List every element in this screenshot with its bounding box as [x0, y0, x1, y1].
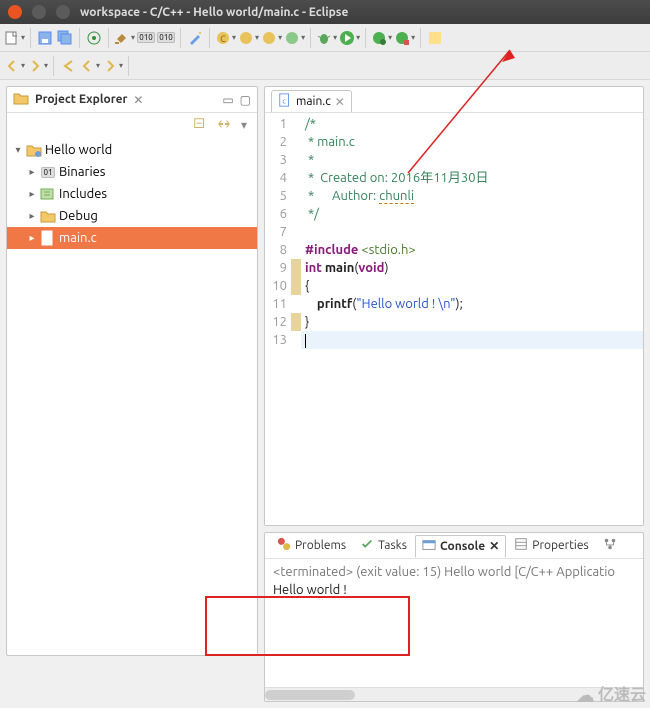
back-history-button[interactable]: [79, 57, 100, 75]
project-explorer-title: Project Explorer: [35, 93, 127, 106]
view-menu-icon[interactable]: ▾: [241, 118, 247, 132]
call-hierarchy-icon: [603, 537, 617, 554]
editor-view: c main.c ✕ 12345678910111213 /* * main.c…: [264, 86, 644, 526]
back-button[interactable]: [59, 57, 77, 75]
wand-button[interactable]: [186, 29, 204, 47]
project-tree[interactable]: ▾ Hello world ▸ 01 Binaries ▸ Includes ▸…: [7, 137, 257, 655]
run-button[interactable]: [339, 29, 360, 47]
nav-prev-button[interactable]: [4, 57, 25, 75]
link-editor-icon[interactable]: [217, 117, 231, 134]
tree-label: Binaries: [59, 165, 105, 179]
binaries-icon: 01: [40, 164, 56, 180]
tree-root[interactable]: ▾ Hello world: [7, 139, 257, 161]
includes-icon: [40, 186, 56, 202]
tab-label: Properties: [532, 539, 588, 552]
tab-more[interactable]: [597, 535, 623, 556]
twisty-collapsed-icon[interactable]: ▸: [27, 166, 37, 178]
collapse-all-icon[interactable]: [193, 117, 207, 134]
new-c-source-button[interactable]: [238, 29, 259, 47]
nav-next-button[interactable]: [27, 57, 48, 75]
bottom-view: Problems Tasks Console ✕ Properties: [264, 532, 644, 702]
console-icon: [422, 538, 436, 555]
view-close-button[interactable]: ✕: [133, 93, 143, 107]
code-editor[interactable]: 12345678910111213 /* * main.c * * Create…: [265, 113, 643, 525]
bottom-tabstrip: Problems Tasks Console ✕ Properties: [265, 533, 643, 559]
properties-icon: [514, 537, 528, 554]
window-minimize-button[interactable]: [32, 5, 46, 19]
svg-text:C: C: [220, 34, 226, 44]
save-all-button[interactable]: [56, 29, 74, 47]
window-titlebar: workspace - C/C++ - Hello world/main.c -…: [0, 0, 650, 24]
build-sel-button[interactable]: 010: [157, 29, 175, 47]
code-area[interactable]: /* * main.c * * Created on: 2016年11月30日 …: [301, 113, 643, 525]
window-title: workspace - C/C++ - Hello world/main.c -…: [80, 6, 348, 19]
tree-item-debug[interactable]: ▸ Debug: [7, 205, 257, 227]
build-target-button[interactable]: [85, 29, 103, 47]
external-tools-button[interactable]: [394, 29, 415, 47]
tab-properties[interactable]: Properties: [508, 535, 594, 556]
project-explorer-view: Project Explorer ✕ ▭ ▢ ▾ ▾ Hello world ▸…: [6, 86, 258, 656]
console-output: Hello world !: [273, 583, 635, 597]
twisty-expanded-icon[interactable]: ▾: [13, 144, 23, 156]
twisty-collapsed-icon[interactable]: ▸: [27, 210, 37, 222]
maximize-view-icon[interactable]: ▢: [240, 93, 251, 107]
tree-item-includes[interactable]: ▸ Includes: [7, 183, 257, 205]
window-maximize-button[interactable]: [56, 5, 70, 19]
tab-problems[interactable]: Problems: [271, 535, 352, 556]
debug-button[interactable]: [316, 29, 337, 47]
tab-console[interactable]: Console ✕: [415, 535, 506, 558]
editor-tab-close[interactable]: ✕: [335, 95, 345, 109]
editor-tabstrip: c main.c ✕: [265, 87, 643, 113]
main-toolbar: 010 010 C: [0, 24, 650, 52]
tree-label: Includes: [59, 187, 107, 201]
open-type-button[interactable]: [426, 29, 444, 47]
svg-text:c: c: [282, 98, 286, 106]
console-body[interactable]: <terminated> (exit value: 15) Hello worl…: [265, 559, 643, 687]
tasks-icon: [360, 537, 374, 554]
build-button[interactable]: [114, 29, 135, 47]
line-gutter: 12345678910111213: [265, 113, 291, 525]
minimize-view-icon[interactable]: ▭: [222, 93, 233, 107]
tab-tasks[interactable]: Tasks: [354, 535, 413, 556]
tab-close[interactable]: ✕: [489, 539, 499, 553]
marker-bar: [291, 113, 301, 525]
tree-label: main.c: [59, 231, 97, 245]
tree-item-main-c[interactable]: ▸ c main.c: [7, 227, 257, 249]
build-all-button[interactable]: 010: [137, 29, 155, 47]
new-button[interactable]: [4, 29, 25, 47]
tab-label: Problems: [295, 539, 346, 552]
svg-text:c: c: [45, 234, 49, 244]
editor-tab-label: main.c: [296, 95, 331, 108]
folder-icon: [40, 208, 56, 224]
tree-label: Hello world: [45, 143, 112, 157]
tree-item-binaries[interactable]: ▸ 01 Binaries: [7, 161, 257, 183]
twisty-collapsed-icon[interactable]: ▸: [27, 232, 37, 244]
window-close-button[interactable]: [8, 5, 22, 19]
problems-icon: [277, 537, 291, 554]
profile-button[interactable]: [371, 29, 392, 47]
new-c-header-button[interactable]: [261, 29, 282, 47]
folder-icon: [13, 90, 29, 109]
new-class-button[interactable]: [284, 29, 305, 47]
editor-tab-main-c[interactable]: c main.c ✕: [271, 90, 352, 112]
horizontal-scrollbar[interactable]: [265, 687, 643, 701]
tab-label: Console: [440, 540, 485, 553]
fwd-history-button[interactable]: [102, 57, 123, 75]
tab-label: Tasks: [378, 539, 407, 552]
nav-toolbar: [0, 52, 650, 80]
save-button[interactable]: [36, 29, 54, 47]
tree-label: Debug: [59, 209, 98, 223]
cfile-icon: c: [40, 230, 56, 246]
cfile-icon: c: [278, 93, 292, 110]
new-c-class-button[interactable]: C: [215, 29, 236, 47]
project-icon: [26, 142, 42, 158]
console-status-line: <terminated> (exit value: 15) Hello worl…: [273, 565, 635, 579]
twisty-collapsed-icon[interactable]: ▸: [27, 188, 37, 200]
